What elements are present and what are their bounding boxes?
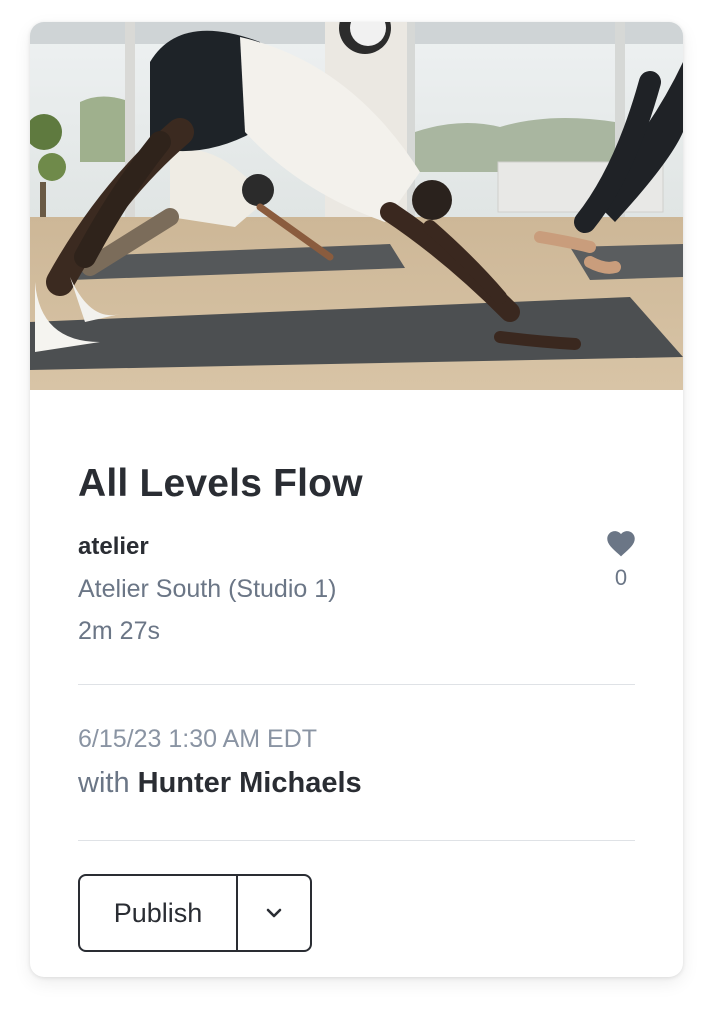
class-title: All Levels Flow bbox=[78, 462, 363, 505]
studio-location: Atelier South (Studio 1) bbox=[78, 575, 337, 603]
instructor-line: with Hunter Michaels bbox=[78, 767, 362, 800]
class-photo bbox=[30, 22, 683, 390]
publish-split-button: Publish bbox=[78, 874, 312, 952]
instructor-name: Hunter Michaels bbox=[137, 767, 362, 799]
chevron-down-icon bbox=[266, 908, 282, 918]
like-button[interactable]: 0 bbox=[605, 530, 637, 591]
publish-options-toggle[interactable] bbox=[238, 876, 310, 950]
like-count: 0 bbox=[614, 565, 628, 590]
class-card: All Levels Flow atelier Atelier South (S… bbox=[30, 22, 683, 977]
instructor-prefix: with bbox=[78, 767, 130, 799]
studio-brand: atelier bbox=[78, 533, 149, 560]
publish-button[interactable]: Publish bbox=[80, 876, 238, 950]
class-duration: 2m 27s bbox=[78, 617, 160, 645]
class-datetime: 6/15/23 1:30 AM EDT bbox=[78, 725, 318, 753]
heart-icon bbox=[607, 531, 635, 557]
divider bbox=[78, 840, 635, 841]
divider bbox=[78, 684, 635, 685]
